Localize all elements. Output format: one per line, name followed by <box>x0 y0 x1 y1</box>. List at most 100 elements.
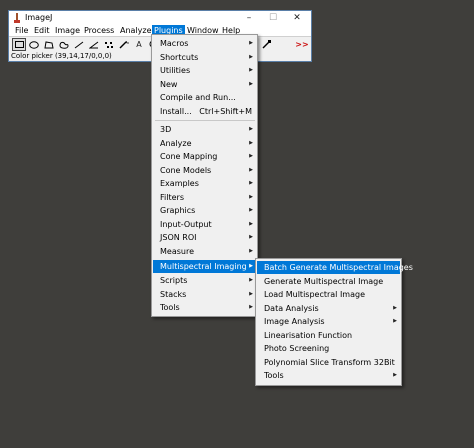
menu-item-linearisation-function[interactable]: Linearisation Function <box>257 329 400 342</box>
maximize-button[interactable]: ☐ <box>261 12 285 24</box>
menu-item-filters[interactable]: Filters ▶ <box>153 191 256 204</box>
menu-item-install[interactable]: Install... Ctrl+Shift+M <box>153 105 256 118</box>
title-bar[interactable]: ImageJ – ☐ ✕ <box>9 11 311 25</box>
submenu-arrow-icon: ▶ <box>249 207 253 213</box>
menu-item-macros[interactable]: Macros ▶ <box>153 37 256 50</box>
polygon-tool-icon[interactable] <box>42 38 56 51</box>
submenu-arrow-icon: ▶ <box>249 220 253 227</box>
multispectral-submenu: Batch Generate Multispectral Images Gener… <box>255 258 413 386</box>
submenu-arrow-icon: ▶ <box>249 153 253 159</box>
menu-item-accelerator: Ctrl+Shift+M <box>199 106 252 116</box>
close-button[interactable]: ✕ <box>285 12 309 24</box>
menu-item-label: Tools <box>160 303 180 312</box>
oval-tool-icon[interactable] <box>27 38 41 51</box>
menu-item-label: Utilities <box>160 66 191 75</box>
menu-file[interactable]: File <box>13 25 30 36</box>
minimize-button[interactable]: – <box>237 12 261 24</box>
menu-item-polynomial-slice-transform-32bit[interactable]: Polynomial Slice Transform 32Bit <box>257 356 400 369</box>
menu-item-label: Scripts <box>160 276 188 285</box>
submenu-arrow-icon: ▶ <box>249 80 253 87</box>
submenu-arrow-icon: ▶ <box>249 247 253 254</box>
menu-item-3d[interactable]: 3D ▶ <box>153 123 256 136</box>
menu-item-scripts[interactable]: Scripts ▶ <box>153 274 256 287</box>
menu-item-compile-and-run[interactable]: Compile and Run... <box>153 91 256 104</box>
menu-item-new[interactable]: New ▶ <box>153 78 256 91</box>
plugins-dropdown: Macros ▶ Shortcuts ▶ Utilities ▶ New ▶ Compile a… <box>151 34 258 317</box>
status-text: Color picker (39,14,17/0,0,0) <box>11 52 112 60</box>
menu-image[interactable]: Image <box>53 25 82 36</box>
menu-item-label: Compile and Run... <box>160 93 236 102</box>
submenu-arrow-icon: ▶ <box>249 193 253 200</box>
menu-item-label: Cone Mapping <box>160 152 218 161</box>
menu-item-shortcuts[interactable]: Shortcuts ▶ <box>153 51 256 64</box>
menu-item-image-analysis[interactable]: Image Analysis ▶ <box>257 315 400 328</box>
menu-item-label: Install... <box>160 106 192 116</box>
menu-item-label: Macros <box>160 39 189 48</box>
menu-item-label: Multispectral Imaging <box>160 262 247 271</box>
imagej-app-icon <box>14 13 20 23</box>
menu-item-batch-generate-multispectral-images[interactable]: Batch Generate Multispectral Images <box>257 261 413 274</box>
submenu-arrow-icon: ▶ <box>249 277 253 283</box>
menu-item-label: Polynomial Slice Transform 32Bit <box>264 357 395 367</box>
menu-item-label: Data Analysis <box>264 303 319 313</box>
freehand-tool-icon[interactable] <box>57 38 71 51</box>
menu-item-label: JSON ROI <box>160 233 197 242</box>
menu-item-stacks[interactable]: Stacks ▶ <box>153 288 256 301</box>
submenu-arrow-icon: ▶ <box>393 304 397 311</box>
menu-item-label: Generate Multispectral Image <box>264 276 384 286</box>
submenu-arrow-icon: ▶ <box>249 304 253 310</box>
menu-item-label: Graphics <box>160 206 196 215</box>
menu-item-generate-multispectral-image[interactable]: Generate Multispectral Image <box>257 275 400 288</box>
menu-item-label: Stacks <box>160 289 187 299</box>
menu-item-graphics[interactable]: Graphics ▶ <box>153 204 256 217</box>
menu-item-photo-screening[interactable]: Photo Screening <box>257 342 400 355</box>
menu-item-load-multispectral-image[interactable]: Load Multispectral Image <box>257 288 400 301</box>
menu-item-label: Cone Models <box>160 165 212 175</box>
menu-item-label: Input-Output <box>160 219 212 229</box>
menu-item-label: Batch Generate Multispectral Images <box>264 263 413 272</box>
line-tool-icon[interactable] <box>72 38 86 51</box>
angle-tool-icon[interactable] <box>87 38 101 51</box>
rectangle-tool-icon[interactable] <box>12 38 26 51</box>
menu-item-cone-mapping[interactable]: Cone Mapping ▶ <box>153 150 256 163</box>
menu-item-measure[interactable]: Measure ▶ <box>153 245 256 258</box>
menu-item-label: Measure <box>160 246 194 256</box>
menu-item-tools[interactable]: Tools ▶ <box>153 301 256 314</box>
menu-item-label: Load Multispectral Image <box>264 290 366 299</box>
submenu-arrow-icon: ▶ <box>249 67 253 73</box>
window-title: ImageJ <box>25 13 53 22</box>
menu-item-multispectral-imaging[interactable]: Multispectral Imaging ▶ <box>153 260 256 273</box>
point-tool-icon[interactable] <box>102 38 116 51</box>
menu-item-tools[interactable]: Tools ▶ <box>257 369 400 382</box>
menu-edit[interactable]: Edit <box>32 25 52 36</box>
submenu-arrow-icon: ▶ <box>393 372 397 378</box>
wand-tool-icon[interactable] <box>117 38 131 51</box>
menu-item-input-output[interactable]: Input-Output ▶ <box>153 218 256 231</box>
menu-item-examples[interactable]: Examples ▶ <box>153 177 256 190</box>
menu-item-cone-models[interactable]: Cone Models ▶ <box>153 164 256 177</box>
spare-tool-slot[interactable] <box>275 38 289 51</box>
more-tools-icon[interactable]: >> <box>295 38 309 51</box>
menu-item-label: New <box>160 79 178 89</box>
submenu-arrow-icon: ▶ <box>249 234 253 240</box>
menu-item-label: Shortcuts <box>160 52 199 62</box>
dropper-tool-icon[interactable] <box>260 38 274 51</box>
submenu-arrow-icon: ▶ <box>393 318 397 324</box>
text-tool-icon[interactable]: A <box>132 38 146 51</box>
submenu-arrow-icon: ▶ <box>249 180 253 186</box>
menu-item-label: Image Analysis <box>264 317 325 326</box>
menu-process[interactable]: Process <box>82 25 116 36</box>
menu-item-json-roi[interactable]: JSON ROI ▶ <box>153 231 256 244</box>
menu-separator <box>155 120 255 121</box>
menu-item-label: Photo Screening <box>264 344 330 353</box>
menu-item-label: Analyze <box>160 138 192 148</box>
submenu-arrow-icon: ▶ <box>249 40 253 46</box>
menu-item-data-analysis[interactable]: Data Analysis ▶ <box>257 302 400 315</box>
menu-item-label: Linearisation Function <box>264 330 353 340</box>
submenu-arrow-icon: ▶ <box>249 290 253 297</box>
menu-analyze[interactable]: Analyze <box>118 25 154 36</box>
menu-item-analyze[interactable]: Analyze ▶ <box>153 137 256 150</box>
menu-item-label: 3D <box>160 125 172 134</box>
menu-item-label: Filters <box>160 192 184 202</box>
menu-item-utilities[interactable]: Utilities ▶ <box>153 64 256 77</box>
